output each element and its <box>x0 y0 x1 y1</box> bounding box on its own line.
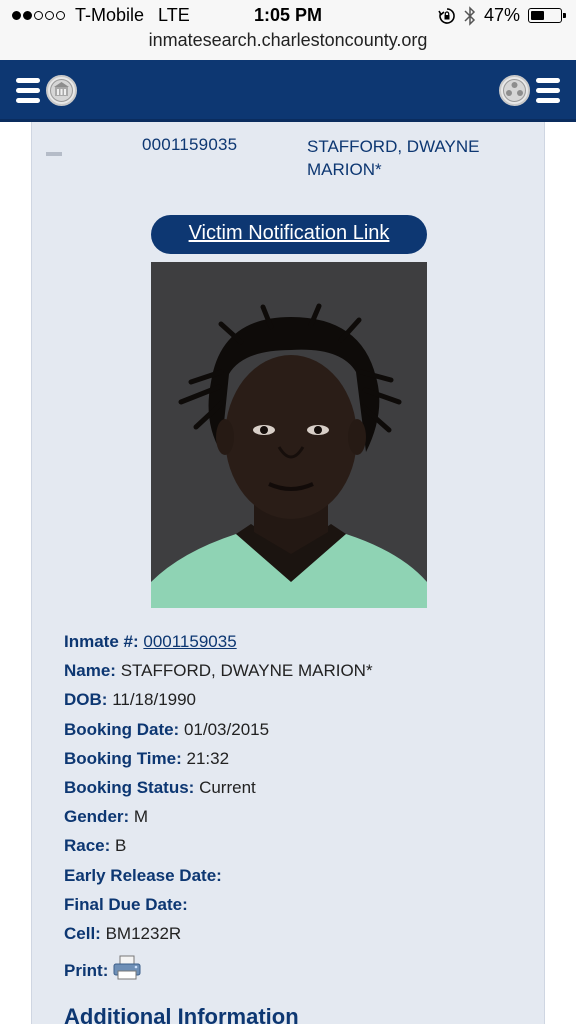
additional-information-heading: Additional Information <box>64 1004 299 1029</box>
detail-label: Cell: <box>64 923 101 943</box>
detail-row: Name: STAFFORD, DWAYNE MARION* <box>64 659 534 688</box>
detail-label: Early Release Date: <box>64 865 222 885</box>
detail-label: Name: <box>64 661 116 681</box>
inmate-details: Inmate #: 0001159035 Name: STAFFORD, DWAY… <box>64 630 534 984</box>
status-bar: T-Mobile LTE 1:05 PM 47% <box>0 0 576 30</box>
bluetooth-icon <box>464 5 476 26</box>
result-inmate-name: STAFFORD, DWAYNE MARION* <box>307 135 507 181</box>
rotation-lock-icon <box>438 7 455 24</box>
site-header <box>0 60 576 122</box>
battery-level <box>531 11 545 20</box>
detail-label: Race: <box>64 836 111 856</box>
detail-row: Gender: M <box>64 805 534 834</box>
detail-row: Booking Date: 01/03/2015 <box>64 718 534 747</box>
address-bar[interactable]: inmatesearch.charlestoncounty.org <box>0 30 576 60</box>
printer-icon[interactable] <box>112 955 142 988</box>
detail-value: M <box>133 807 149 827</box>
detail-row: Booking Time: 21:32 <box>64 747 534 776</box>
detail-value: 11/18/1990 <box>112 690 197 710</box>
victim-notification-button[interactable]: Victim Notification Link <box>151 215 427 254</box>
result-name-line2: MARION* <box>307 160 382 179</box>
result-inmate-number: 0001159035 <box>142 135 238 154</box>
detail-value: STAFFORD, DWAYNE MARION* <box>120 661 373 681</box>
detail-label: Booking Status: <box>64 777 195 797</box>
detail-value: 01/03/2015 <box>183 719 270 739</box>
detail-value: 21:32 <box>186 748 230 768</box>
collapse-icon[interactable] <box>46 152 62 156</box>
detail-value: BM1232R <box>105 923 182 943</box>
detail-row: Cell: BM1232R <box>64 922 534 951</box>
detail-row: Race: B <box>64 834 534 863</box>
county-seal-icon[interactable] <box>46 75 77 106</box>
print-row: Print: <box>64 955 534 984</box>
battery-percent: 47% <box>483 5 520 25</box>
status-right: 47% <box>438 5 566 26</box>
detail-label: DOB: <box>64 690 108 710</box>
detail-label: Inmate #: <box>64 632 139 651</box>
detail-row: Booking Status: Current <box>64 776 534 805</box>
detail-row: DOB: 11/18/1990 <box>64 688 534 717</box>
menu-right-icon[interactable] <box>536 78 560 103</box>
inmate-record-panel: 0001159035 STAFFORD, DWAYNE MARION* Vict… <box>31 122 545 1029</box>
detail-row: Early Release Date: <box>64 864 534 893</box>
result-name-line1: STAFFORD, DWAYNE <box>307 137 480 156</box>
inmate-number-link[interactable]: 0001159035 <box>143 632 236 651</box>
detail-label: Gender: <box>64 807 130 827</box>
menu-left-icon[interactable] <box>16 78 40 103</box>
detail-value: Current <box>199 777 256 797</box>
battery-icon <box>528 8 566 23</box>
url-text[interactable]: inmatesearch.charlestoncounty.org <box>149 30 428 50</box>
detail-row: Inmate #: 0001159035 <box>64 630 534 659</box>
inmate-photo <box>151 262 427 608</box>
scale-icon[interactable] <box>499 75 530 106</box>
detail-label: Final Due Date: <box>64 894 188 914</box>
victim-notification-link[interactable]: Victim Notification Link <box>189 222 390 244</box>
detail-label: Booking Time: <box>64 748 182 768</box>
print-label: Print: <box>64 961 109 981</box>
detail-row: Final Due Date: <box>64 893 534 922</box>
detail-value: B <box>115 836 127 856</box>
detail-label: Booking Date: <box>64 719 180 739</box>
